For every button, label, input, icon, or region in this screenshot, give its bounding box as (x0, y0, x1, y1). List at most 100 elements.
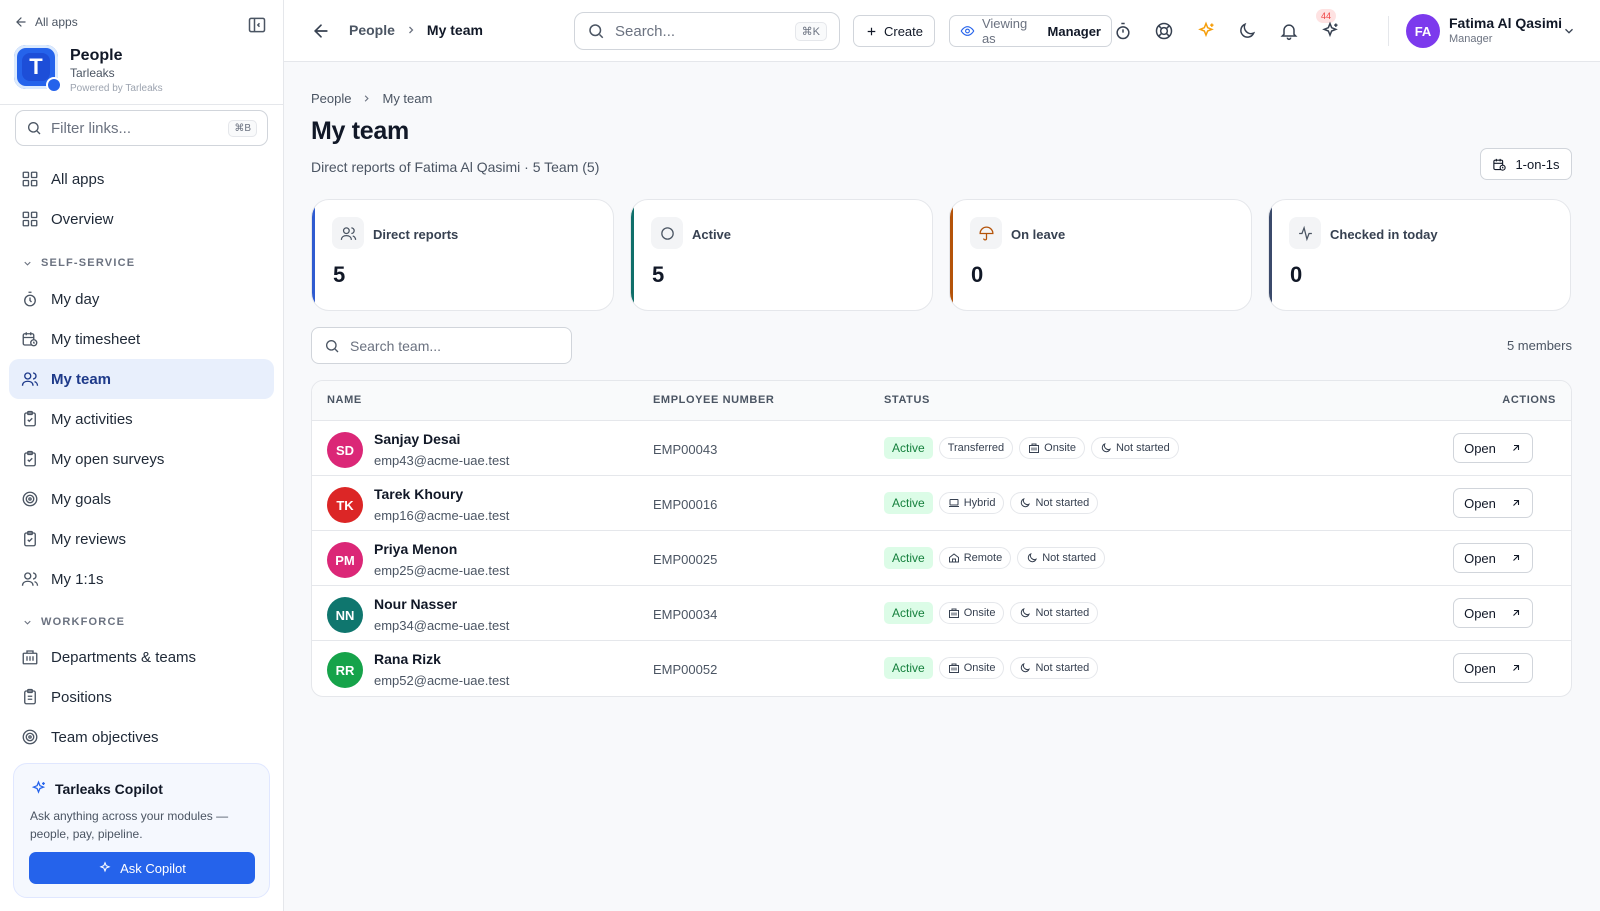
brand-name: People (70, 47, 123, 64)
all-apps-link-label: All apps (35, 15, 78, 29)
sidebar-item-label: My activities (51, 410, 133, 428)
brand: T People Tarleaks Powered by Tarleaks (14, 45, 163, 94)
sidebar-item-all-apps[interactable]: All apps (9, 159, 274, 199)
ai-highlights-button[interactable] (1196, 21, 1216, 41)
sidebar-item-team-objectives[interactable]: Team objectives (9, 717, 274, 757)
viewing-as-toggle[interactable]: Viewing as Manager (949, 15, 1112, 47)
notifications-button[interactable] (1279, 21, 1299, 41)
status-chip: Not started (1010, 602, 1099, 624)
sidebar-item-overview[interactable]: Overview (9, 199, 274, 239)
search-icon (589, 24, 604, 39)
filter-links-input[interactable]: Filter links... ⌘B (15, 110, 268, 146)
copilot-card: Tarleaks Copilot Ask anything across you… (13, 763, 270, 898)
stat-label: Direct reports (373, 227, 459, 242)
bell-icon (1280, 24, 1298, 41)
timer-button[interactable] (1113, 21, 1133, 41)
stat-value: 5 (652, 262, 665, 287)
status-chip: Transferred (938, 437, 1014, 459)
one-on-ones-button[interactable]: 1-on-1s (1480, 148, 1572, 180)
sidebar-item-my-goals[interactable]: My goals (9, 479, 274, 519)
table-row[interactable]: NN Nour Nasser emp34@acme-uae.test EMP00034… (312, 586, 1571, 641)
member-name[interactable]: Priya Menon (374, 541, 457, 557)
user-name[interactable]: Fatima Al Qasimi (1449, 15, 1562, 31)
employee-number: EMP00043 (653, 442, 718, 457)
sidebar-item-my-1-1s[interactable]: My 1:1s (9, 559, 274, 599)
employee-number: EMP00034 (653, 607, 718, 622)
section-label-workforce: WORKFORCE (41, 616, 126, 628)
sidebar-item-my-team[interactable]: My team (9, 359, 274, 399)
sidebar-item-my-open-surveys[interactable]: My open surveys (9, 439, 274, 479)
table-row[interactable]: RR Rana Rizk emp52@acme-uae.test EMP00052 Ac… (312, 641, 1571, 696)
create-button[interactable]: Create (853, 15, 935, 47)
stat-icon-box (332, 217, 364, 249)
sidebar-item-my-day[interactable]: My day (9, 279, 274, 319)
building-icon (948, 608, 959, 618)
sparkles-icon (1322, 21, 1338, 38)
copilot-button[interactable] (1320, 21, 1340, 41)
open-member-button[interactable]: Open (1453, 433, 1533, 463)
one-on-ones-label: 1-on-1s (1515, 156, 1560, 172)
chevron-right-icon (365, 95, 370, 102)
help-button[interactable] (1154, 21, 1174, 41)
sidebar-item-label: All apps (51, 170, 105, 188)
sparkles-icon (1198, 21, 1214, 38)
table-row[interactable]: PM Priya Menon emp25@acme-uae.test EMP00025… (312, 531, 1571, 586)
sidebar-divider (0, 104, 284, 105)
create-label: Create (883, 23, 924, 39)
section-toggle-self-service[interactable]: SELF-SERVICE (22, 257, 135, 269)
sidebar-item-label: Positions (51, 688, 112, 706)
sidebar-item-my-reviews[interactable]: My reviews (9, 519, 274, 559)
table-row[interactable]: SD Sanjay Desai emp43@acme-uae.test EMP0004… (312, 421, 1571, 476)
global-search-input[interactable]: Search... ⌘K (574, 12, 840, 50)
open-member-button[interactable]: Open (1453, 598, 1533, 628)
open-member-button[interactable]: Open (1453, 488, 1533, 518)
clipboard-check-icon (24, 450, 36, 467)
collapse-sidebar-button[interactable] (247, 15, 267, 35)
status-chip-label: Not started (1042, 552, 1097, 564)
sidebar-item-departments-teams[interactable]: Departments & teams (9, 637, 274, 677)
section-label-self-service: SELF-SERVICE (41, 257, 136, 269)
breadcrumb-people[interactable]: People (311, 91, 351, 106)
sidebar-item-positions[interactable]: Positions (9, 677, 274, 717)
open-member-button[interactable]: Open (1453, 543, 1533, 573)
arrow-left-icon (313, 24, 328, 38)
chevron-down-icon (24, 620, 31, 625)
user-avatar[interactable]: FA (1406, 14, 1440, 48)
open-label: Open (1464, 550, 1496, 566)
brand-org: Tarleaks (70, 66, 115, 80)
topbar-breadcrumb-people[interactable]: People (349, 22, 395, 38)
global-search-placeholder: Search... (615, 22, 676, 40)
table-row[interactable]: TK Tarek Khoury emp16@acme-uae.test EMP0001… (312, 476, 1571, 531)
ask-copilot-button[interactable]: Ask Copilot (29, 852, 255, 884)
stat-card-on-leave: On leave 0 (949, 199, 1252, 311)
open-member-button[interactable]: Open (1453, 653, 1533, 683)
member-name[interactable]: Rana Rizk (374, 651, 441, 667)
sidebar-item-my-activities[interactable]: My activities (9, 399, 274, 439)
back-button[interactable] (311, 21, 331, 41)
lifebuoy-icon (1155, 22, 1173, 40)
sidebar-item-my-timesheet[interactable]: My timesheet (9, 319, 274, 359)
all-apps-back-link[interactable]: All apps (14, 15, 78, 29)
member-name[interactable]: Nour Nasser (374, 596, 457, 612)
status-cell: Active Transferred Onsite Not started (884, 437, 1179, 459)
member-name[interactable]: Sanjay Desai (374, 431, 460, 447)
breadcrumb: People My team (311, 91, 432, 106)
users-icon (21, 572, 39, 586)
moon-icon (1021, 498, 1031, 508)
dark-mode-toggle[interactable] (1237, 21, 1257, 41)
team-search-placeholder: Search team... (350, 337, 442, 354)
member-name[interactable]: Tarek Khoury (374, 486, 463, 502)
user-menu-toggle[interactable] (1562, 24, 1576, 38)
section-toggle-workforce[interactable]: WORKFORCE (22, 616, 125, 628)
stopwatch-icon (1116, 22, 1130, 40)
stat-value: 5 (333, 262, 346, 287)
stat-card-direct-reports: Direct reports 5 (311, 199, 614, 311)
status-chip-label: Not started (1035, 607, 1090, 619)
member-email: emp43@acme-uae.test (374, 453, 510, 468)
team-search-input[interactable]: Search team... (311, 327, 572, 364)
breadcrumb-current: My team (382, 91, 433, 106)
status-chip: Not started (1010, 492, 1099, 514)
laptop-icon (948, 499, 959, 507)
moon-icon (1021, 663, 1031, 673)
stat-accent (1269, 200, 1272, 310)
